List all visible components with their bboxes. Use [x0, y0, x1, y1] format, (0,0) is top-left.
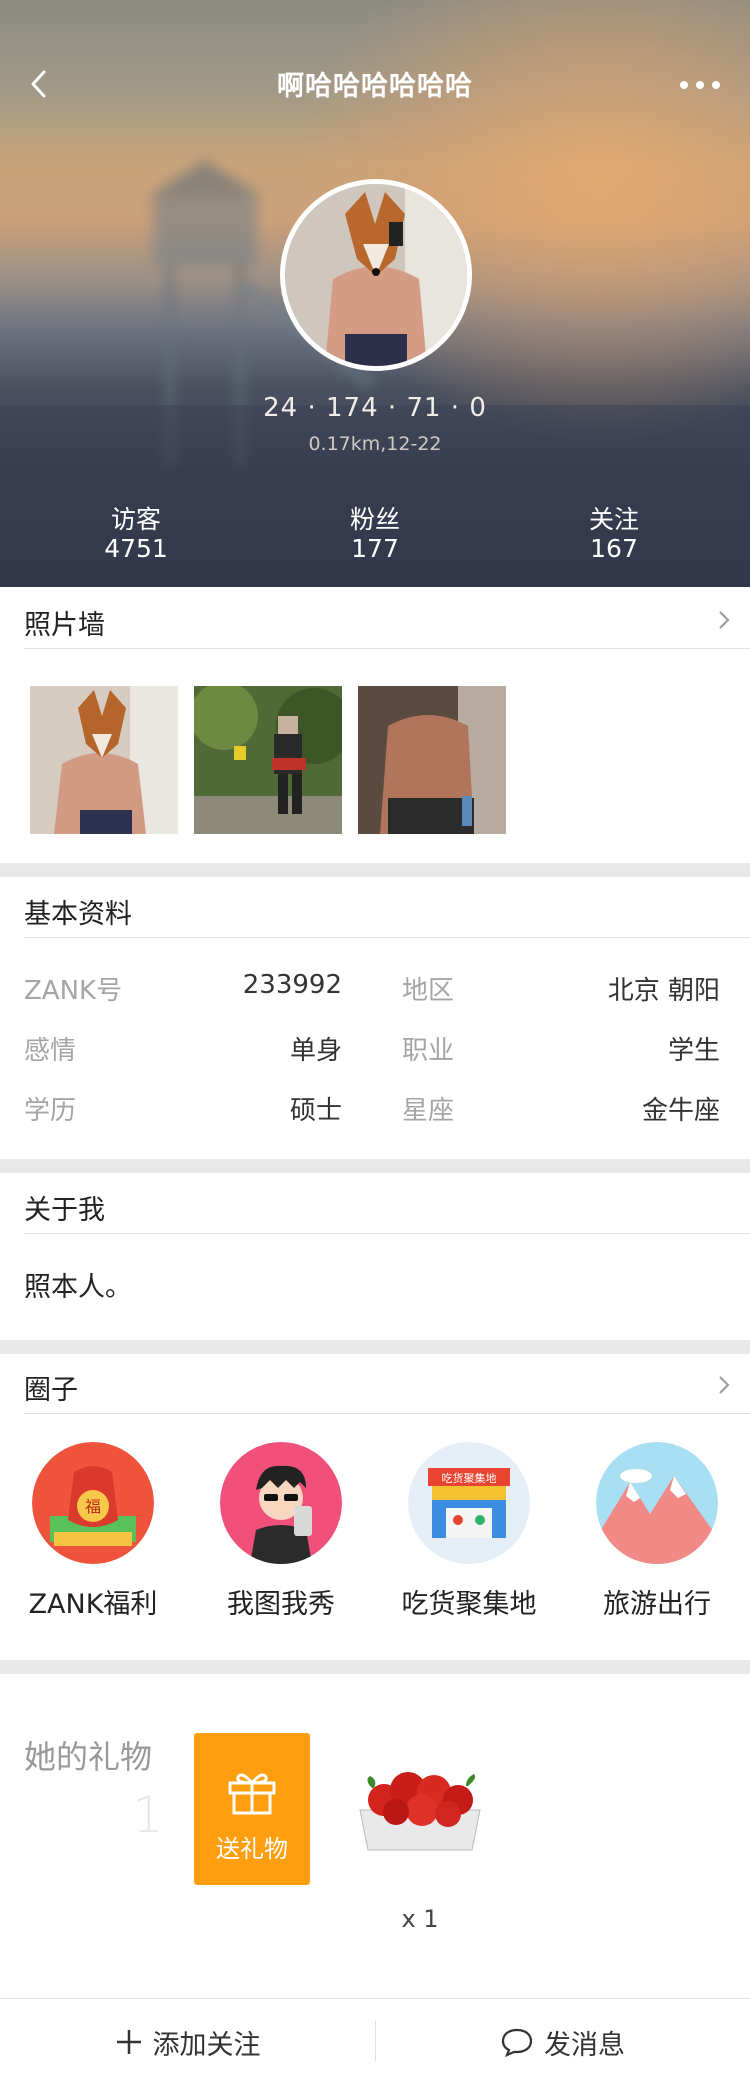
section-title: 基本资料	[24, 899, 132, 930]
following-count[interactable]: 关注 167	[524, 500, 704, 563]
count-value: 167	[590, 534, 638, 563]
fans-count[interactable]: 粉丝 177	[285, 500, 465, 563]
gift-quantity: x 1	[401, 1905, 439, 1933]
cartoon-guy-icon	[220, 1442, 342, 1564]
section-title: 关于我	[24, 1195, 105, 1226]
photo-thumbnail[interactable]	[358, 686, 506, 834]
add-follow-label: 添加关注	[152, 2029, 261, 2061]
send-gift-label: 送礼物	[216, 1835, 288, 1863]
rose-gift-image	[350, 1750, 490, 1860]
about-header: 关于我	[24, 1174, 750, 1234]
svg-text:吃货聚集地: 吃货聚集地	[442, 1471, 497, 1485]
photo-thumbnail[interactable]	[194, 686, 342, 834]
info-value-zank-id: 233992	[242, 970, 342, 1000]
info-key-zank-id: ZANK号	[24, 976, 123, 1006]
info-key-relationship: 感情	[24, 1036, 77, 1066]
add-follow-button[interactable]: 添加关注	[0, 1999, 375, 2084]
chevron-right-icon	[719, 1376, 730, 1394]
chevron-right-icon	[719, 611, 730, 629]
send-gift-button[interactable]: 送礼物	[194, 1733, 310, 1885]
section-divider	[0, 1660, 750, 1674]
info-value-zodiac: 金牛座	[641, 1096, 720, 1126]
about-text: 照本人。	[24, 1272, 132, 1303]
chat-bubble-icon	[501, 2028, 533, 2057]
page-title: 啊哈哈哈哈哈哈	[277, 71, 473, 102]
more-dots-icon	[680, 81, 720, 89]
section-title: 照片墙	[24, 610, 105, 641]
photo-thumbnail[interactable]	[30, 686, 178, 834]
gifts-title: 她的礼物	[24, 1738, 153, 1776]
chevron-left-icon	[31, 70, 46, 98]
back-button[interactable]	[26, 66, 54, 102]
profile-stats: 24 · 174 · 71 · 0	[263, 393, 487, 423]
count-value: 177	[351, 534, 399, 563]
section-title: 圈子	[24, 1375, 78, 1406]
avatar-photo	[285, 184, 467, 366]
send-message-label: 发消息	[544, 2029, 625, 2061]
info-key-occupation: 职业	[402, 1036, 455, 1066]
avatar[interactable]	[280, 179, 472, 371]
red-envelope-icon: 福	[32, 1442, 154, 1564]
info-value-relationship: 单身	[289, 1036, 342, 1066]
count-value: 4751	[104, 534, 168, 563]
info-key-zodiac: 星座	[402, 1096, 455, 1126]
count-label: 粉丝	[349, 505, 400, 534]
profile-hero: 啊哈哈哈哈哈哈 24 · 174 · 71 · 0 0.17km,12-22 访…	[0, 0, 750, 587]
circle-name: 吃货聚集地	[401, 1589, 537, 1620]
info-row: ZANK号 233992 地区 北京 朝阳	[0, 970, 750, 1010]
section-divider	[0, 1159, 750, 1173]
circle-name: 旅游出行	[603, 1589, 711, 1620]
info-value-education: 硕士	[289, 1096, 342, 1126]
photo-wall-header[interactable]: 照片墙	[24, 589, 750, 649]
distance-date: 0.17km,12-22	[308, 433, 442, 455]
info-row: 感情 单身 职业 学生	[0, 1030, 750, 1070]
info-value-region: 北京 朝阳	[607, 976, 720, 1006]
profile-counts: 访客 4751 粉丝 177 关注 167	[0, 500, 750, 570]
info-key-education: 学历	[24, 1096, 77, 1126]
gifts-count: 1	[132, 1786, 164, 1844]
count-label: 关注	[588, 505, 639, 534]
circles-header[interactable]: 圈子	[24, 1354, 750, 1414]
send-message-button[interactable]: 发消息	[375, 1999, 750, 2084]
info-value-occupation: 学生	[667, 1036, 720, 1066]
circle-zank-welfare[interactable]: 福 ZANK福利	[18, 1442, 168, 1621]
gift-icon	[228, 1773, 276, 1815]
svg-text:福: 福	[85, 1497, 101, 1516]
more-button[interactable]	[676, 70, 724, 100]
circle-my-pics[interactable]: 我图我秀	[206, 1442, 356, 1621]
section-divider	[0, 1340, 750, 1354]
circle-travel[interactable]: 旅游出行	[582, 1442, 732, 1621]
mountain-icon	[596, 1442, 718, 1564]
count-label: 访客	[110, 505, 161, 534]
circle-foodies[interactable]: 吃货聚集地 吃货聚集地	[394, 1442, 544, 1621]
food-shop-icon: 吃货聚集地	[408, 1442, 530, 1564]
info-key-region: 地区	[402, 976, 455, 1006]
info-row: 学历 硕士 星座 金牛座	[0, 1090, 750, 1130]
plus-icon	[116, 2030, 141, 2054]
basic-info-header: 基本资料	[24, 878, 750, 938]
visitors-count[interactable]: 访客 4751	[46, 500, 226, 563]
section-divider	[0, 863, 750, 877]
bottom-action-bar: 添加关注 发消息	[0, 1998, 750, 2084]
circle-name: ZANK福利	[28, 1589, 158, 1620]
circle-name: 我图我秀	[227, 1589, 335, 1620]
